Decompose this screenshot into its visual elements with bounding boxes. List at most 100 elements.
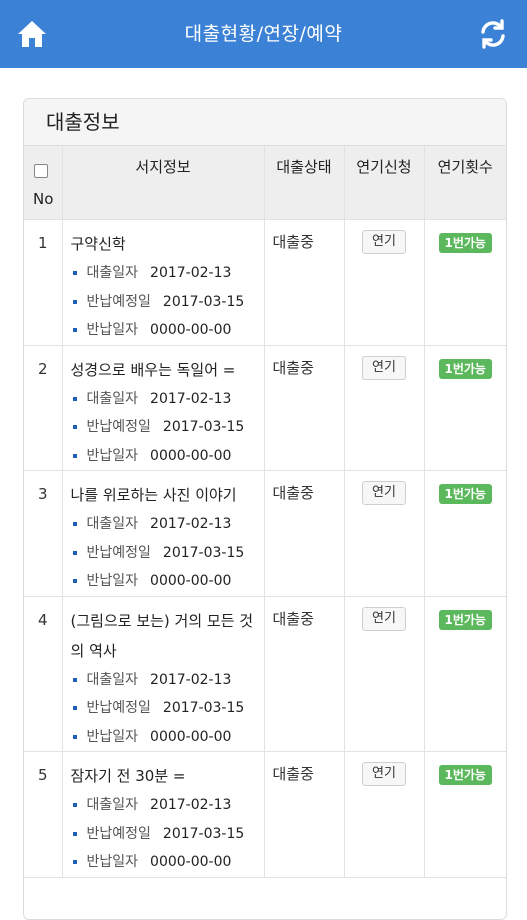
row-number: 5: [24, 751, 63, 878]
due-date-label: 반납예정일: [86, 825, 151, 842]
loan-date-label: 대출일자: [86, 671, 139, 688]
due-date-value: 2017-03-15: [162, 544, 245, 561]
app-bar: 대출현황/연장/예약: [0, 0, 527, 68]
loan-date-value: 2017-02-13: [150, 671, 232, 688]
book-title[interactable]: 성경으로 배우는 독일어 =: [71, 355, 264, 385]
extend-count-badge: 1번가능: [438, 484, 492, 504]
return-date-item: 반납일자 0000-00-00: [71, 848, 264, 877]
loan-table: No 서지정보 대출상태 연기신청 연기횟수 1 구약신학 대출일자 2017-0…: [24, 146, 506, 878]
loan-date-value: 2017-02-13: [150, 516, 232, 532]
extend-count-badge: 1번가능: [438, 358, 492, 379]
loan-info-panel: 대출정보 No 서지정보 대출상태 연기신청 연기횟수 1 구약신학 대출일자 2…: [23, 98, 507, 920]
bullet-icon: [72, 522, 77, 526]
panel-title: 대출정보: [24, 99, 506, 146]
loan-date-label: 대출일자: [86, 390, 139, 407]
book-info: 성경으로 배우는 독일어 = 대출일자 2017-02-13 반납예정일 2017-…: [62, 345, 265, 471]
bullet-icon: [72, 803, 77, 807]
extend-count-cell: 1번가능: [424, 596, 506, 752]
extend-count-badge: 1번가능: [438, 233, 492, 253]
due-date-label: 반납예정일: [86, 544, 151, 561]
return-date-label: 반납일자: [86, 447, 139, 464]
return-date-value: 0000-00-00: [150, 322, 232, 338]
extend-count-badge: 1번가능: [438, 609, 492, 630]
bullet-icon: [72, 734, 77, 739]
extend-cell: 연기: [344, 751, 425, 878]
loan-status: 대출중: [264, 219, 345, 346]
header-extend: 연기신청: [344, 146, 425, 220]
extend-count-badge: 1번가능: [438, 765, 492, 785]
header-book-label: 서지정보: [135, 158, 191, 176]
return-date-label: 반납일자: [86, 573, 139, 589]
bullet-icon: [72, 831, 77, 836]
book-info: (그림으로 보는) 거의 모든 것의 역사 대출일자 2017-02-13 반납예…: [62, 596, 265, 752]
loan-date-value: 2017-02-13: [150, 390, 232, 407]
loan-status: 대출중: [264, 345, 345, 471]
select-all-checkbox[interactable]: [34, 164, 48, 178]
extend-button[interactable]: 연기: [362, 762, 406, 786]
book-title[interactable]: (그림으로 보는) 거의 모든 것의 역사: [71, 606, 264, 666]
extend-cell: 연기: [344, 470, 425, 597]
loan-status: 대출중: [264, 596, 345, 752]
due-date-label: 반납예정일: [86, 700, 151, 716]
loan-status: 대출중: [264, 751, 345, 878]
bullet-icon: [72, 328, 77, 332]
bullet-icon: [72, 706, 77, 710]
extend-count-cell: 1번가능: [424, 345, 506, 471]
return-date-item: 반납일자 0000-00-00: [71, 316, 264, 345]
loan-date-label: 대출일자: [86, 265, 139, 281]
loan-date-value: 2017-02-13: [150, 797, 232, 813]
return-date-value: 0000-00-00: [150, 447, 232, 464]
table-header-row: No 서지정보 대출상태 연기신청 연기횟수: [24, 146, 506, 220]
header-status-label: 대출상태: [276, 158, 332, 176]
row-number: 2: [24, 345, 63, 471]
loan-date-item: 대출일자 2017-02-13: [71, 666, 264, 695]
table-row: 4 (그림으로 보는) 거의 모든 것의 역사 대출일자 2017-02-13 반…: [24, 596, 506, 752]
due-date-item: 반납예정일 2017-03-15: [71, 694, 264, 723]
return-date-item: 반납일자 0000-00-00: [71, 442, 264, 471]
bullet-icon: [72, 396, 77, 401]
book-meta: 대출일자 2017-02-13 반납예정일 2017-03-15 반납일자 0000-…: [71, 385, 264, 471]
header-no: No: [24, 146, 63, 220]
header-book: 서지정보: [62, 146, 265, 220]
header-extend-label: 연기신청: [356, 158, 412, 176]
loan-date-label: 대출일자: [86, 516, 139, 532]
extend-button[interactable]: 연기: [362, 355, 406, 380]
row-number: 3: [24, 470, 63, 597]
bullet-icon: [72, 677, 77, 682]
book-title[interactable]: 나를 위로하는 사진 이야기: [71, 480, 264, 510]
loan-date-item: 대출일자 2017-02-13: [71, 791, 264, 820]
return-date-item: 반납일자 0000-00-00: [71, 567, 264, 596]
extend-count-cell: 1번가능: [424, 219, 506, 346]
table-row: 5 잠자기 전 30분 = 대출일자 2017-02-13 반납예정일 2017-0…: [24, 751, 506, 878]
due-date-value: 2017-03-15: [162, 293, 245, 310]
loan-date-value: 2017-02-13: [150, 265, 232, 281]
table-row: 1 구약신학 대출일자 2017-02-13 반납예정일 2017-03-15 반납…: [24, 219, 506, 346]
bullet-icon: [72, 860, 77, 864]
book-title[interactable]: 잠자기 전 30분 =: [71, 761, 264, 791]
extend-button[interactable]: 연기: [362, 606, 406, 631]
return-date-item: 반납일자 0000-00-00: [71, 723, 264, 752]
book-title[interactable]: 구약신학: [71, 229, 264, 259]
due-date-value: 2017-03-15: [162, 700, 245, 716]
extend-button[interactable]: 연기: [362, 481, 406, 505]
due-date-item: 반납예정일 2017-03-15: [71, 539, 264, 568]
bullet-icon: [72, 579, 77, 583]
loan-date-item: 대출일자 2017-02-13: [71, 259, 264, 288]
bullet-icon: [72, 271, 77, 275]
loan-status: 대출중: [264, 470, 345, 597]
extend-button[interactable]: 연기: [362, 230, 406, 254]
book-info: 구약신학 대출일자 2017-02-13 반납예정일 2017-03-15 반납일자…: [62, 219, 265, 346]
header-count-label: 연기횟수: [437, 158, 493, 176]
book-meta: 대출일자 2017-02-13 반납예정일 2017-03-15 반납일자 0000-…: [71, 791, 264, 877]
bullet-icon: [72, 550, 77, 555]
bullet-icon: [72, 299, 77, 304]
extend-count-cell: 1번가능: [424, 470, 506, 597]
row-number: 4: [24, 596, 63, 752]
return-date-value: 0000-00-00: [150, 573, 232, 589]
due-date-value: 2017-03-15: [162, 419, 245, 435]
table-row: 2 성경으로 배우는 독일어 = 대출일자 2017-02-13 반납예정일 201…: [24, 345, 506, 471]
return-date-value: 0000-00-00: [150, 854, 232, 870]
page-title: 대출현황/연장/예약: [184, 23, 343, 45]
extend-cell: 연기: [344, 345, 425, 471]
refresh-icon[interactable]: [475, 16, 511, 52]
